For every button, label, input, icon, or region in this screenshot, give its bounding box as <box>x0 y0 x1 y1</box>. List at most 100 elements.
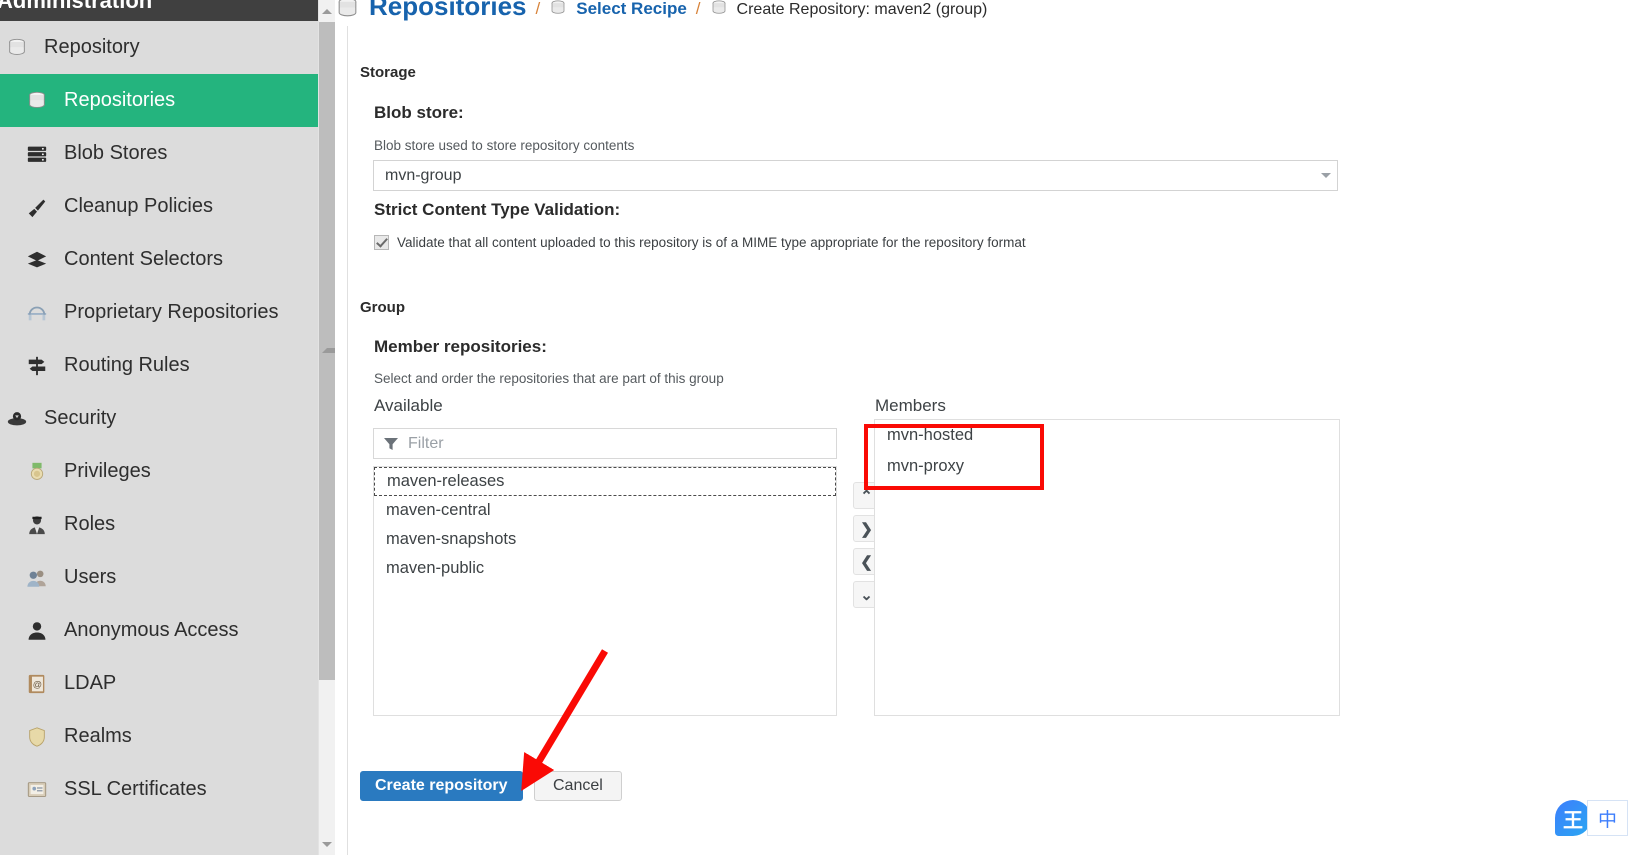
sidebar-item-routing-rules[interactable]: Routing Rules <box>0 339 318 392</box>
breadcrumb-separator: / <box>535 0 541 18</box>
sidebar-item-ssl-certificates[interactable]: SSL Certificates <box>0 763 318 816</box>
svg-text:@: @ <box>33 679 42 689</box>
officer-icon <box>22 514 52 536</box>
breadcrumb-item-3: Create Repository: maven2 (group) <box>710 0 987 21</box>
sidebar-item-users[interactable]: Users <box>0 551 318 604</box>
sidebar-item-label: Content Selectors <box>64 248 223 270</box>
members-list-item[interactable]: mvn-proxy <box>875 451 1339 482</box>
sidebar-scrollbar[interactable] <box>318 0 342 855</box>
database-icon <box>2 37 32 59</box>
breadcrumb-item-2[interactable]: Select Recipe <box>549 0 687 22</box>
blob-store-select[interactable]: mvn-group <box>373 160 1338 191</box>
server-icon <box>22 143 52 165</box>
strict-validation-checkbox[interactable] <box>374 235 389 250</box>
scrollbar-thumb[interactable] <box>319 22 342 680</box>
scroll-up-button[interactable] <box>319 0 335 22</box>
broom-icon <box>22 196 52 218</box>
breadcrumb-item-label: Repositories <box>369 0 527 21</box>
admin-header: Administration <box>0 0 318 21</box>
sidebar-item-cleanup-policies[interactable]: Cleanup Policies <box>0 180 318 233</box>
sidebar-item-privileges[interactable]: Privileges <box>0 445 318 498</box>
strict-validation-checkbox-label: Validate that all content uploaded to th… <box>397 235 1026 250</box>
members-heading: Members <box>875 396 946 415</box>
sidebar-item-proprietary-repositories[interactable]: Proprietary Repositories <box>0 286 318 339</box>
available-heading: Available <box>374 396 443 415</box>
breadcrumb-item-label: Select Recipe <box>576 0 687 18</box>
available-list[interactable]: maven-releases maven-central maven-snapsho… <box>373 466 837 716</box>
member-repositories-label: Member repositories: <box>374 337 547 356</box>
available-list-item[interactable]: maven-public <box>374 554 836 583</box>
chevron-down-icon <box>1321 173 1331 178</box>
scroll-down-button[interactable] <box>319 833 335 855</box>
strict-content-type-label: Strict Content Type Validation: <box>374 200 621 219</box>
storage-section-title: Storage <box>360 64 416 81</box>
address-book-icon: @ <box>22 673 52 695</box>
ime-indicator[interactable]: 王 中 <box>1554 798 1628 838</box>
sidebar-item-label: SSL Certificates <box>64 778 207 800</box>
sidebar-item-label: Cleanup Policies <box>64 195 213 217</box>
available-filter-placeholder: Filter <box>408 434 444 452</box>
blob-store-label: Blob store: <box>374 103 464 122</box>
sidebar-item-label: Repositories <box>64 89 176 111</box>
members-list[interactable]: mvn-hosted mvn-proxy <box>874 419 1340 716</box>
sidebar-item-label: Anonymous Access <box>64 619 239 641</box>
blob-store-selected-value: mvn-group <box>385 166 462 184</box>
sidebar-item-label: Routing Rules <box>64 354 190 376</box>
sidebar-item-roles[interactable]: Roles <box>0 498 318 551</box>
sidebar-item-blob-stores[interactable]: Blob Stores <box>0 127 318 180</box>
blob-store-help: Blob store used to store repository cont… <box>374 138 635 153</box>
sidebar-nav: Repository Repositories Blob Stores Clea… <box>0 21 318 816</box>
sidebar-item-label: Blob Stores <box>64 142 168 164</box>
cancel-button[interactable]: Cancel <box>534 771 622 801</box>
shield-icon <box>22 726 52 748</box>
users-icon <box>22 567 52 589</box>
database-icon <box>335 0 360 21</box>
sidebar-item-label: Privileges <box>64 460 151 482</box>
sidebar-item-security[interactable]: Security <box>0 392 318 445</box>
sidebar-item-repository[interactable]: Repository <box>0 21 318 74</box>
sidebar-item-anonymous-access[interactable]: Anonymous Access <box>0 604 318 657</box>
main-content: Repositories / Select Recipe / Create Repo… <box>335 0 1628 855</box>
admin-header-title: Administration <box>0 0 153 13</box>
chevron-down-icon <box>322 841 332 847</box>
member-repositories-help: Select and order the repositories that a… <box>374 371 724 386</box>
ime-logo-icon[interactable]: 王 <box>1554 800 1591 836</box>
repository-form-panel: Storage Blob store: Blob store used to s… <box>347 26 1627 855</box>
certificate-icon <box>22 779 52 801</box>
sidebar-item-label: Roles <box>64 513 116 535</box>
breadcrumb-separator: / <box>695 0 701 18</box>
sidebar-item-content-selectors[interactable]: Content Selectors <box>0 233 318 286</box>
available-list-item[interactable]: maven-releases <box>374 467 836 496</box>
available-list-item[interactable]: maven-snapshots <box>374 525 836 554</box>
available-list-item[interactable]: maven-central <box>374 496 836 525</box>
available-filter-input[interactable]: Filter <box>373 428 837 459</box>
screen: Administration Repository Repositories B… <box>0 0 1628 855</box>
sidebar: Administration Repository Repositories B… <box>0 0 318 855</box>
ime-mode-button[interactable]: 中 <box>1586 800 1628 836</box>
sidebar-item-repositories[interactable]: Repositories <box>0 74 318 127</box>
breadcrumb-item-1[interactable]: Repositories <box>335 0 527 24</box>
database-icon <box>549 0 567 17</box>
sidebar-item-label: Security <box>44 407 117 429</box>
database-icon <box>22 90 52 112</box>
group-section-title: Group <box>360 299 405 316</box>
bridge-icon <box>22 302 52 324</box>
sidebar-item-ldap[interactable]: @ LDAP <box>0 657 318 710</box>
chevron-up-icon <box>322 8 332 14</box>
create-repository-button[interactable]: Create repository <box>360 771 523 801</box>
signpost-icon <box>22 355 52 377</box>
sidebar-item-label: Users <box>64 566 117 588</box>
medal-icon <box>22 461 52 483</box>
breadcrumb: Repositories / Select Recipe / Create Repo… <box>335 0 1628 24</box>
sidebar-item-label: LDAP <box>64 672 117 694</box>
person-icon <box>22 620 52 642</box>
database-icon <box>710 0 728 17</box>
sidebar-item-label: Realms <box>64 725 132 747</box>
members-list-item[interactable]: mvn-hosted <box>875 420 1339 451</box>
sidebar-item-label: Proprietary Repositories <box>64 301 279 323</box>
strict-validation-checkbox-row[interactable]: Validate that all content uploaded to th… <box>374 235 1026 250</box>
sidebar-item-realms[interactable]: Realms <box>0 710 318 763</box>
layers-icon <box>22 249 52 271</box>
shield-user-icon <box>2 408 32 430</box>
sidebar-item-label: Repository <box>44 36 140 58</box>
